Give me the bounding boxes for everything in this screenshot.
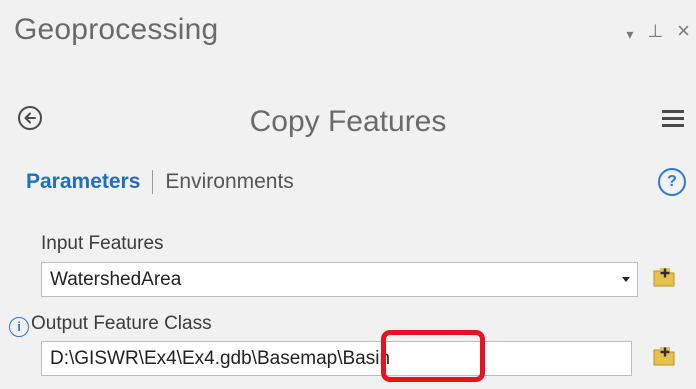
input-features-label: Input Features	[41, 233, 164, 254]
window-controls: ▾ ⊥ ×	[626, 20, 690, 42]
pin-icon[interactable]: ⊥	[647, 22, 663, 40]
tab-parameters[interactable]: Parameters	[26, 170, 140, 194]
output-feature-class-value: D:\GISWR\Ex4\Ex4.gdb\Basemap\Basin	[50, 348, 391, 369]
info-icon[interactable]: i	[9, 317, 29, 337]
input-features-dropdown[interactable]: WatershedArea	[41, 262, 638, 297]
help-icon[interactable]: ?	[658, 168, 686, 196]
add-input-folder-icon[interactable]	[652, 265, 676, 289]
pane-options-dropdown-icon[interactable]: ▾	[626, 27, 633, 41]
tool-title: Copy Features	[249, 105, 447, 138]
tool-tabs: Parameters Environments	[26, 170, 294, 194]
geoprocessing-pane: Geoprocessing ▾ ⊥ × Copy Features Parame…	[0, 0, 696, 389]
tab-environments[interactable]: Environments	[165, 170, 293, 194]
pane-header: Geoprocessing ▾ ⊥ ×	[0, 0, 696, 70]
chevron-down-icon[interactable]	[622, 277, 630, 282]
hamburger-menu-icon[interactable]	[662, 110, 684, 128]
output-feature-class-input[interactable]: D:\GISWR\Ex4\Ex4.gdb\Basemap\Basin	[41, 341, 632, 376]
close-icon[interactable]: ×	[677, 20, 690, 42]
add-output-folder-icon[interactable]	[652, 344, 676, 368]
pane-title: Geoprocessing	[14, 13, 219, 46]
input-features-value: WatershedArea	[50, 269, 182, 290]
output-feature-class-label: Output Feature Class	[31, 313, 212, 334]
tool-toolbar: Copy Features	[0, 98, 696, 148]
tab-divider	[152, 170, 154, 194]
